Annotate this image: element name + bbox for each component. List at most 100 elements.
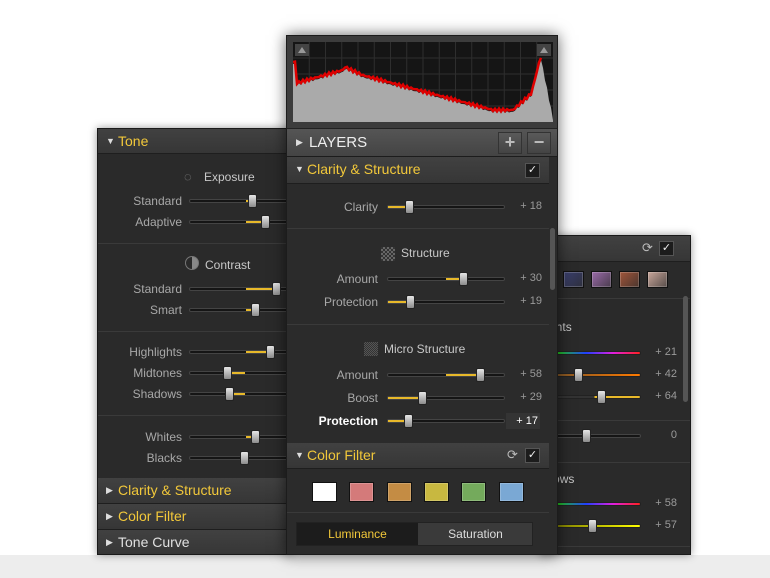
clarity-enable-checkbox[interactable]: ✓: [525, 163, 540, 178]
collapse-icon: ▼: [295, 164, 304, 174]
remove-layer-button[interactable]: −: [527, 132, 551, 154]
slider-thumb[interactable]: [406, 295, 416, 309]
divider: [287, 228, 549, 229]
section-title: Color Filter: [118, 508, 187, 524]
adjust-slider[interactable]: [189, 345, 292, 359]
value-readout[interactable]: + 17: [506, 413, 540, 429]
slider-thumb[interactable]: [272, 282, 282, 296]
adjust-slider[interactable]: [189, 387, 292, 401]
slider-thumb[interactable]: [261, 215, 271, 229]
histogram-area: [287, 36, 557, 128]
slider-thumb[interactable]: [404, 200, 414, 214]
divider: [541, 546, 690, 547]
color-swatch[interactable]: [349, 482, 375, 502]
adjust-slider[interactable]: [189, 303, 292, 317]
layers-bar[interactable]: ▶ LAYERS + −: [287, 128, 557, 157]
clarity-structure-header[interactable]: ▼ Clarity & Structure ✓: [287, 157, 549, 184]
adjust-slider[interactable]: [189, 451, 292, 465]
slider-label: Highlights: [129, 345, 182, 359]
slider-label: Boost: [347, 391, 378, 405]
value-readout: + 19: [520, 295, 542, 307]
tone-title: Tone: [118, 133, 149, 149]
adjust-slider[interactable]: [387, 414, 505, 428]
slider-label: Clarity: [343, 200, 378, 214]
tone-header[interactable]: ▼ Tone: [98, 129, 292, 154]
adjustments-panel: ▶ LAYERS + − ▼ Clarity & Structure ✓ Clar…: [286, 35, 558, 555]
adjust-slider[interactable]: [387, 391, 505, 405]
slider-thumb[interactable]: [248, 194, 258, 208]
slider-label: Blacks: [146, 451, 182, 465]
right-scrollbar[interactable]: [683, 296, 688, 402]
layers-title: LAYERS: [309, 134, 368, 151]
section-header-1[interactable]: ▶ Color Filter: [98, 504, 292, 530]
color-filter-enable-checkbox[interactable]: ✓: [525, 448, 540, 463]
slider-thumb[interactable]: [582, 429, 591, 443]
adjust-slider[interactable]: [387, 200, 505, 214]
slider-thumb[interactable]: [251, 303, 261, 317]
slider-thumb[interactable]: [266, 345, 276, 359]
color-swatch[interactable]: [563, 271, 584, 288]
color-filter-header[interactable]: ▼ Color Filter ⟳ ✓: [287, 443, 549, 469]
color-swatch[interactable]: [423, 482, 449, 502]
color-swatch[interactable]: [591, 271, 612, 288]
collapse-icon: ▼: [106, 136, 115, 146]
color-swatch[interactable]: [386, 482, 412, 502]
slider-thumb[interactable]: [574, 368, 584, 382]
adjust-slider[interactable]: [189, 430, 292, 444]
expand-icon: ▶: [106, 511, 113, 521]
contrast-title: Contrast: [205, 258, 251, 272]
color-swatch[interactable]: [498, 482, 524, 502]
slider-label: Amount: [336, 272, 378, 286]
tab-luminance[interactable]: Luminance: [297, 523, 418, 545]
micro-structure-title: Micro Structure: [384, 342, 466, 356]
value-readout: + 64: [655, 390, 677, 402]
adjust-slider[interactable]: [189, 215, 292, 229]
structure-title: Structure: [401, 246, 450, 260]
color-swatch[interactable]: [619, 271, 640, 288]
center-scrollbar[interactable]: [550, 228, 555, 290]
adjust-slider[interactable]: [189, 194, 292, 208]
slider-thumb[interactable]: [251, 430, 261, 444]
divider: [541, 298, 690, 299]
slider-thumb[interactable]: [597, 390, 607, 404]
slider-label: Shadows: [132, 387, 182, 401]
reset-icon[interactable]: ⟳: [642, 240, 653, 256]
slider-thumb[interactable]: [222, 366, 232, 380]
value-readout: + 18: [520, 200, 542, 212]
expand-icon: ▶: [106, 537, 113, 547]
adjust-slider[interactable]: [387, 272, 505, 286]
divider: [98, 415, 292, 416]
section-header-0[interactable]: ▶ Clarity & Structure: [98, 478, 292, 504]
slider-label: Whites: [145, 430, 182, 444]
slider-thumb[interactable]: [224, 387, 234, 401]
value-readout: + 21: [655, 346, 677, 358]
adjust-slider[interactable]: [387, 368, 505, 382]
slider-label: Smart: [149, 303, 182, 317]
slider-label: Standard: [133, 282, 182, 296]
slider-thumb[interactable]: [459, 272, 469, 286]
slider-thumb[interactable]: [475, 368, 485, 382]
enable-checkbox[interactable]: ✓: [659, 241, 674, 256]
add-layer-button[interactable]: +: [498, 132, 522, 154]
micro-structure-icon: [364, 342, 378, 356]
tab-saturation[interactable]: Saturation: [418, 523, 533, 545]
color-swatch[interactable]: [312, 482, 337, 502]
reset-icon[interactable]: ⟳: [507, 447, 518, 463]
divider: [541, 462, 690, 463]
adjust-slider[interactable]: [189, 282, 292, 296]
adjust-slider[interactable]: [387, 295, 505, 309]
color-filter-title: Color Filter: [307, 447, 376, 463]
value-readout: + 57: [655, 519, 677, 531]
value-readout: + 58: [520, 368, 542, 380]
color-swatch[interactable]: [461, 482, 487, 502]
value-readout: + 42: [655, 368, 677, 380]
slider-thumb[interactable]: [240, 451, 250, 465]
contrast-icon: [185, 256, 199, 270]
adjust-slider[interactable]: [189, 366, 292, 380]
slider-thumb[interactable]: [588, 519, 598, 533]
section-header-2[interactable]: ▶ Tone Curve: [98, 530, 292, 554]
color-swatch[interactable]: [647, 271, 668, 288]
slider-thumb[interactable]: [417, 391, 427, 405]
section-title: Clarity & Structure: [118, 482, 232, 498]
slider-thumb[interactable]: [403, 414, 413, 428]
